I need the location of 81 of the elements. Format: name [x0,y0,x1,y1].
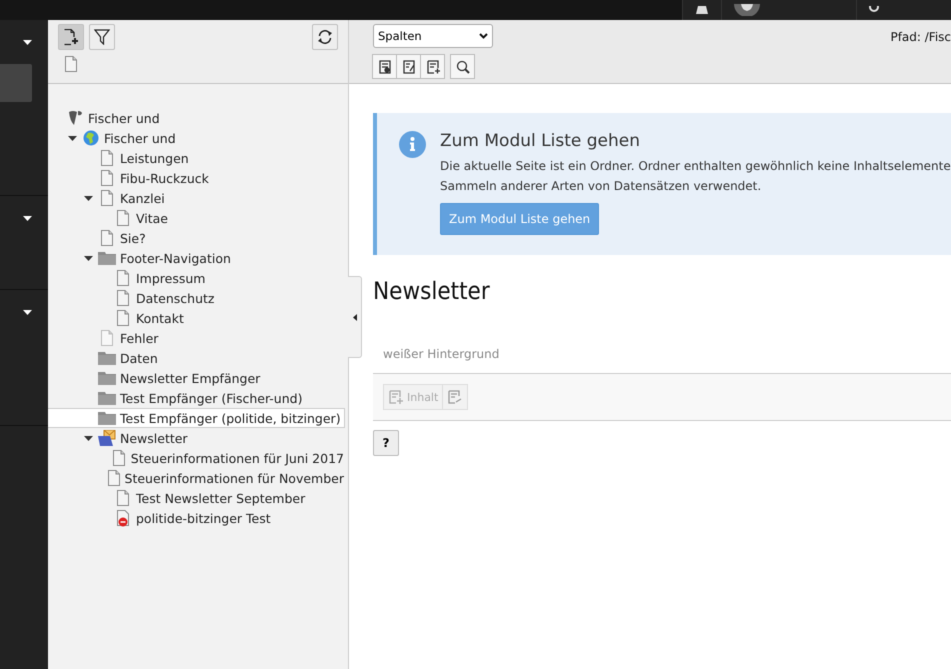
user-menu[interactable] [721,0,856,20]
page-icon [106,470,121,486]
page-icon [100,150,114,166]
tree-item[interactable]: Footer-Navigation [48,248,345,268]
page-icon [116,490,130,506]
filter-icon [94,29,110,45]
section-title: weißer Hintergrund [382,346,500,363]
paste-button[interactable] [442,384,468,410]
tree-item[interactable]: Daten [48,348,345,368]
help-button[interactable]: ? [373,430,399,456]
edit-button[interactable] [396,54,421,79]
tree-item[interactable]: Test Newsletter September [48,488,345,508]
tree-item[interactable]: Test Empfänger (Fischer-und) [48,388,345,408]
page-icon [100,230,114,246]
page-icon [116,290,130,306]
logo-icon [67,110,83,126]
caret-icon [23,40,32,44]
callout-title: Zum Modul Liste gehen [440,131,641,151]
tree-item[interactable]: Sie? [48,228,345,248]
callout-text: Die aktuelle Seite ist ein Ordner. Ordner enthalten gewöhnlich keine Inhaltselemente [440,159,951,173]
new-record-button[interactable] [420,54,445,79]
mail-folder-icon [98,430,116,446]
folder-icon [98,252,116,264]
page-path: Pfad: /Fisc [890,30,951,44]
document-edit-icon [400,58,416,74]
caret-icon [23,310,32,314]
tree-item[interactable]: Leistungen [48,148,345,168]
page-icon [116,210,130,226]
page-title: Newsletter [373,277,490,305]
add-content-icon [388,389,404,405]
document-add-icon [424,58,440,74]
avatar-icon [734,4,760,16]
tree-item[interactable]: Fehler [48,328,345,348]
folder-icon [98,372,116,384]
tree-item[interactable]: Impressum [48,268,345,288]
tree-item[interactable]: Newsletter Empfänger [48,368,345,388]
expand-toggle-icon[interactable] [84,254,93,262]
globe-icon [83,130,99,146]
expand-toggle-icon[interactable] [84,194,93,202]
tree-item[interactable]: politide-bitzinger Test [48,508,345,528]
tree-item[interactable]: Steuerinformationen für November [48,468,345,488]
tree-item[interactable]: Fibu-Ruckzuck [48,168,345,188]
expand-toggle-icon[interactable] [68,134,77,142]
view-button[interactable] [372,54,397,79]
document-view-icon [376,58,392,74]
tree-item[interactable]: Fischer und [48,128,345,148]
refresh-button[interactable] [312,24,338,50]
tree-item[interactable]: Kontakt [48,308,345,328]
info-icon [399,131,426,158]
new-page-icon [63,28,79,46]
page-icon [116,270,130,286]
refresh-icon [317,29,333,45]
hidden-page-icon [100,330,114,346]
tree-item[interactable]: Test Empfänger (politide, bitzinger) [48,408,345,428]
page-icon [116,310,130,326]
chevron-icon [479,33,488,39]
error-page-icon [116,510,130,526]
callout-text: Sammeln anderer Arten von Datensätzen verwendet. [440,179,762,193]
tree-item[interactable]: Vitae [48,208,345,228]
page-icon [112,450,126,466]
search-button[interactable] [450,54,475,79]
tree-item[interactable]: Newsletter [48,428,345,448]
expand-toggle-icon[interactable] [84,434,93,442]
tree-item[interactable]: Fischer und [48,108,345,128]
folder-icon [98,412,116,424]
folder-icon [98,352,116,364]
caret-icon [23,216,32,220]
folder-icon [98,392,116,404]
new-page-button[interactable] [58,24,84,50]
page-icon [100,170,114,186]
paste-icon [447,389,464,405]
filter-button[interactable] [89,24,115,50]
tree-item[interactable]: Datenschutz [48,288,345,308]
tree-item[interactable]: Steuerinformationen für Juni 2017 [48,448,345,468]
collapse-handle[interactable] [348,276,362,358]
page-icon [100,190,114,206]
caret-icon [352,314,356,320]
bookmark-button[interactable] [682,0,721,20]
page-drag-icon [64,56,78,72]
tree-item[interactable]: Kanzlei [48,188,345,208]
module-select[interactable]: Spalten [373,24,493,48]
